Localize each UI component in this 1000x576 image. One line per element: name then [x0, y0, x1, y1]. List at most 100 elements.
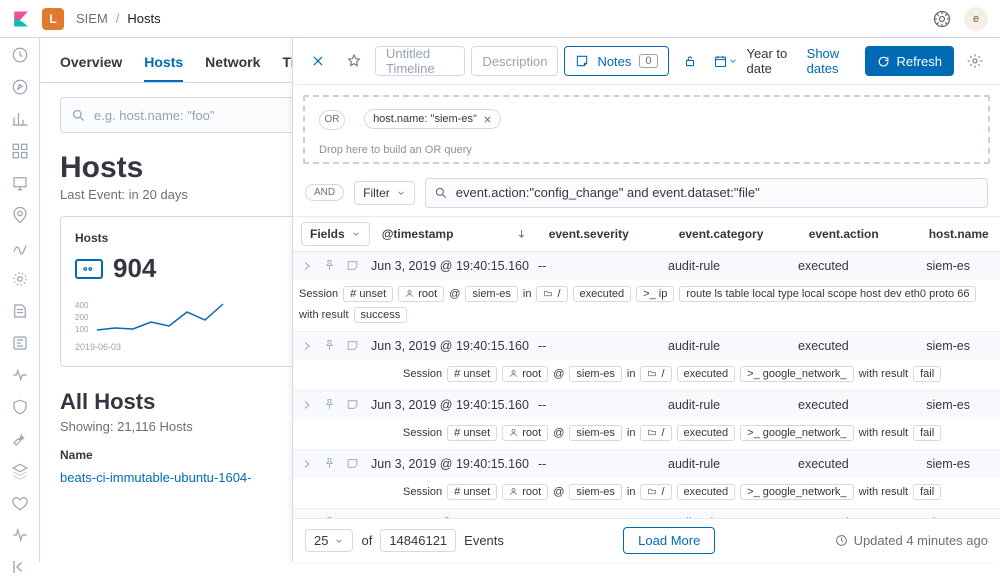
refresh-button[interactable]: Refresh: [865, 46, 954, 76]
or-dropzone[interactable]: OR host.name: "siem-es" Drop here to bui…: [303, 95, 990, 164]
tag-folder[interactable]: /: [536, 286, 567, 302]
tag-session: Session: [403, 486, 442, 498]
tag-root[interactable]: root: [398, 286, 444, 302]
filter-dropdown[interactable]: Filter: [354, 181, 415, 205]
space-badge[interactable]: L: [42, 8, 64, 30]
nav-logs-icon[interactable]: [11, 302, 29, 320]
tag-at: @: [553, 427, 564, 439]
tag-folder[interactable]: /: [640, 366, 671, 382]
nav-ml-icon[interactable]: [11, 238, 29, 256]
tag-cmd[interactable]: >_ google_network_: [740, 484, 853, 500]
nav-collapse-icon[interactable]: [11, 558, 29, 576]
tag-root[interactable]: root: [502, 484, 548, 500]
tag-cmd[interactable]: >_ ip: [636, 286, 674, 302]
col-category[interactable]: event.category: [675, 219, 805, 249]
sort-down-icon[interactable]: [516, 228, 527, 239]
notes-button[interactable]: Notes 0: [564, 46, 668, 76]
load-more-button[interactable]: Load More: [623, 527, 715, 554]
col-action[interactable]: event.action: [805, 219, 925, 249]
tag-unset[interactable]: # unset: [343, 286, 393, 302]
note-icon[interactable]: [346, 457, 359, 470]
cell-action: executed: [794, 332, 914, 360]
pin-icon[interactable]: [323, 457, 336, 470]
col-hostname[interactable]: host.name: [925, 219, 985, 249]
nav-canvas-icon[interactable]: [11, 174, 29, 192]
note-icon[interactable]: [346, 398, 359, 411]
tag-result[interactable]: fail: [913, 425, 941, 441]
date-range[interactable]: Year to date: [747, 46, 801, 76]
tag-cmd[interactable]: >_ google_network_: [740, 366, 853, 382]
tag-root[interactable]: root: [502, 425, 548, 441]
nav-apm-icon[interactable]: [11, 334, 29, 352]
pin-icon[interactable]: [323, 259, 336, 272]
nav-uptime-icon[interactable]: [11, 366, 29, 384]
tag-unset[interactable]: # unset: [447, 425, 497, 441]
note-icon[interactable]: [346, 339, 359, 352]
tag-result[interactable]: fail: [913, 484, 941, 500]
tag-root[interactable]: root: [502, 366, 548, 382]
fields-button[interactable]: Fields: [301, 222, 370, 246]
help-icon[interactable]: [932, 9, 952, 29]
tag-host[interactable]: siem-es: [569, 425, 622, 441]
tag-extra[interactable]: route ls table local type local scope ho…: [679, 286, 976, 302]
timeline-title-input[interactable]: Untitled Timeline: [375, 46, 465, 76]
tag-exec[interactable]: executed: [677, 425, 736, 441]
nav-dashboard-icon[interactable]: [11, 142, 29, 160]
tag-session: Session: [403, 427, 442, 439]
show-dates-link[interactable]: Show dates: [807, 46, 860, 76]
or-pill-text: host.name: "siem-es": [373, 113, 477, 125]
tag-unset[interactable]: # unset: [447, 366, 497, 382]
expand-icon[interactable]: [301, 260, 313, 272]
nav-devtools-icon[interactable]: [11, 430, 29, 448]
pin-icon[interactable]: [323, 339, 336, 352]
timeline-desc-input[interactable]: Description: [471, 46, 558, 76]
gear-icon[interactable]: [960, 46, 990, 76]
nav-siem-icon[interactable]: [11, 398, 29, 416]
or-hint: Drop here to build an OR query: [319, 144, 974, 156]
nav-discover-icon[interactable]: [11, 78, 29, 96]
query-input[interactable]: event.action:"config_change" and event.d…: [425, 178, 988, 208]
tab-network[interactable]: Network: [205, 54, 260, 82]
breadcrumb-app[interactable]: SIEM: [76, 11, 108, 26]
nav-visualize-icon[interactable]: [11, 110, 29, 128]
pin-icon[interactable]: [323, 398, 336, 411]
tag-unset[interactable]: # unset: [447, 484, 497, 500]
expand-icon[interactable]: [301, 340, 313, 352]
tag-folder[interactable]: /: [640, 425, 671, 441]
nav-recent-icon[interactable]: [11, 46, 29, 64]
spark-x0: 2019-06-03: [75, 342, 121, 352]
tag-cmd[interactable]: >_ google_network_: [740, 425, 853, 441]
expand-icon[interactable]: [301, 458, 313, 470]
calendar-icon[interactable]: [711, 46, 741, 76]
tag-folder[interactable]: /: [640, 484, 671, 500]
remove-icon[interactable]: [483, 115, 492, 124]
kibana-logo-icon[interactable]: [12, 10, 30, 28]
nav-maps-icon[interactable]: [11, 206, 29, 224]
tag-exec[interactable]: executed: [573, 286, 632, 302]
user-avatar[interactable]: e: [964, 7, 988, 31]
col-timestamp[interactable]: @timestamp: [378, 219, 545, 249]
col-severity[interactable]: event.severity: [545, 219, 675, 249]
tag-host[interactable]: siem-es: [569, 366, 622, 382]
close-icon[interactable]: [303, 46, 333, 76]
tab-hosts[interactable]: Hosts: [144, 54, 183, 82]
tag-exec[interactable]: executed: [677, 366, 736, 382]
expand-icon[interactable]: [301, 399, 313, 411]
star-icon[interactable]: [339, 46, 369, 76]
tag-exec[interactable]: executed: [677, 484, 736, 500]
nav-monitoring-icon[interactable]: [11, 494, 29, 512]
lock-icon[interactable]: [675, 46, 705, 76]
tab-overview[interactable]: Overview: [60, 54, 122, 82]
note-icon[interactable]: [346, 259, 359, 272]
nav-stack-icon[interactable]: [11, 462, 29, 480]
or-filter-pill[interactable]: host.name: "siem-es": [364, 109, 501, 129]
nav-infra-icon[interactable]: [11, 270, 29, 288]
tag-result[interactable]: fail: [913, 366, 941, 382]
cell-category: audit-rule: [664, 252, 794, 280]
tag-result[interactable]: success: [354, 307, 408, 323]
page-size-select[interactable]: 25: [305, 529, 353, 552]
cell-category: audit-rule: [664, 332, 794, 360]
nav-management-icon[interactable]: [11, 526, 29, 544]
tag-host[interactable]: siem-es: [569, 484, 622, 500]
tag-host[interactable]: siem-es: [465, 286, 518, 302]
